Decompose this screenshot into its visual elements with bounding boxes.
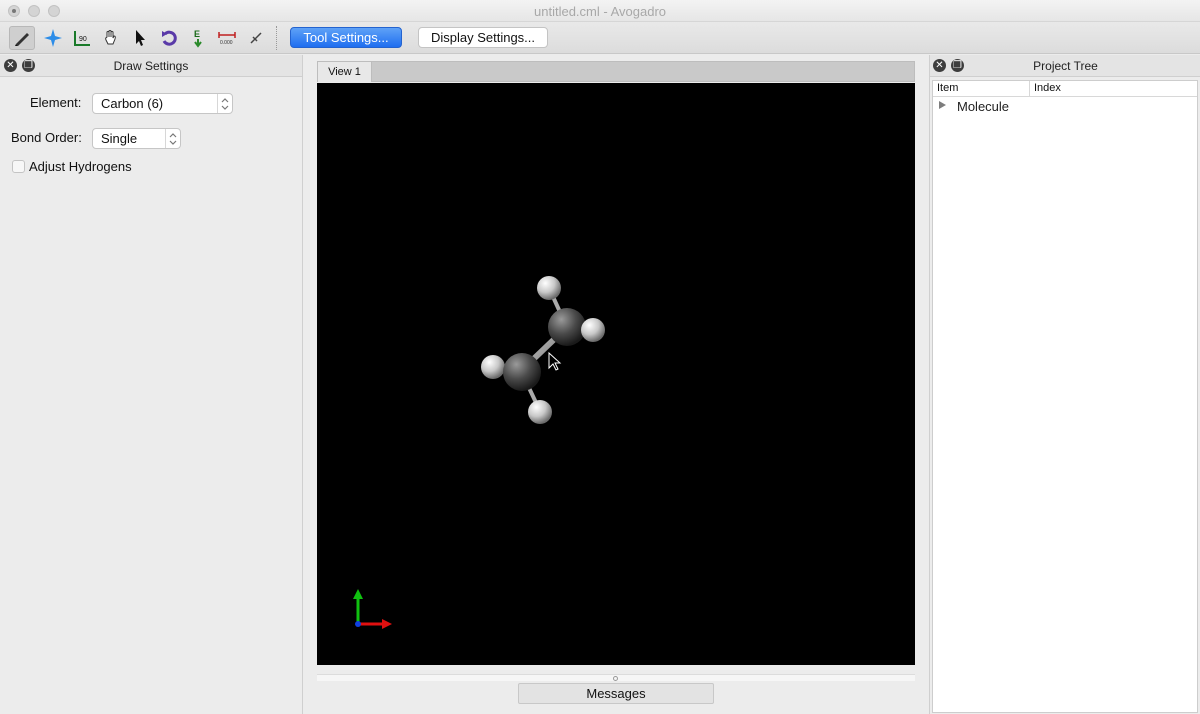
adjust-hydrogens-label: Adjust Hydrogens bbox=[29, 159, 132, 174]
view-area: View 1 Messages bbox=[304, 55, 928, 714]
column-divider bbox=[1029, 81, 1030, 97]
chevron-updown-icon bbox=[165, 129, 180, 148]
bond-order-select[interactable]: Single bbox=[92, 128, 181, 149]
view-tab-bar: View 1 bbox=[317, 61, 915, 82]
title-bar: untitled.cml - Avogadro bbox=[0, 0, 1200, 22]
toolbar-separator bbox=[276, 26, 277, 50]
svg-text:E: E bbox=[194, 29, 200, 39]
window-title: untitled.cml - Avogadro bbox=[534, 4, 666, 19]
select-tool-icon bbox=[136, 30, 145, 46]
bond-centric-tool-button[interactable]: 90 bbox=[69, 26, 95, 50]
x-axis-arrow-icon bbox=[382, 619, 392, 629]
project-tree-header: ✕ ❐ Project Tree bbox=[930, 55, 1200, 77]
project-tree-title: Project Tree bbox=[1033, 59, 1098, 73]
avogadro-window: untitled.cml - Avogadro 90 E 0.000 Tool … bbox=[0, 0, 1200, 714]
draw-settings-panel: ✕ ❐ Draw Settings Element: Carbon (6) Bo… bbox=[0, 55, 303, 714]
disclosure-triangle-icon[interactable] bbox=[939, 101, 946, 109]
svg-text:0.000: 0.000 bbox=[220, 40, 233, 46]
hydrogen-atom bbox=[581, 318, 605, 342]
splitter-grip-icon bbox=[613, 676, 618, 681]
manipulate-tool-icon bbox=[105, 30, 116, 45]
auto-rotate-tool-icon bbox=[162, 30, 177, 46]
navigate-tool-button[interactable] bbox=[40, 26, 66, 50]
splitter-handle[interactable] bbox=[317, 674, 915, 681]
align-tool-icon bbox=[250, 32, 262, 44]
y-axis-arrow-icon bbox=[353, 589, 363, 599]
tab-view-1[interactable]: View 1 bbox=[318, 62, 372, 82]
measure-tool-icon: 0.000 bbox=[218, 32, 236, 46]
align-tool-button[interactable] bbox=[243, 26, 269, 50]
bond-centric-tool-icon: 90 bbox=[74, 31, 90, 46]
auto-optimize-tool-icon: E bbox=[194, 29, 202, 48]
measure-tool-button[interactable]: 0.000 bbox=[214, 26, 240, 50]
draw-settings-title: Draw Settings bbox=[113, 59, 189, 73]
draw-tool-button[interactable] bbox=[9, 26, 35, 50]
hydrogen-atom bbox=[537, 276, 561, 300]
element-label: Element: bbox=[30, 95, 82, 110]
molecule-viewport[interactable] bbox=[317, 83, 915, 665]
hydrogen-atom bbox=[481, 355, 505, 379]
project-tree-panel: ✕ ❐ Project Tree Item Index Molecule bbox=[929, 55, 1200, 714]
element-select-value: Carbon (6) bbox=[101, 96, 164, 111]
draw-settings-header: ✕ ❐ Draw Settings bbox=[0, 55, 302, 77]
tool-settings-button[interactable]: Tool Settings... bbox=[290, 27, 402, 48]
tree-row-molecule[interactable]: Molecule bbox=[933, 98, 1197, 116]
manipulate-tool-button[interactable] bbox=[98, 26, 124, 50]
bond-order-label: Bond Order: bbox=[11, 130, 82, 145]
main-toolbar: 90 E 0.000 Tool Settings... Display Sett… bbox=[0, 22, 1200, 54]
column-header-index[interactable]: Index bbox=[1034, 82, 1061, 94]
hydrogen-atom bbox=[528, 400, 552, 424]
carbon-atom bbox=[548, 308, 586, 346]
element-select[interactable]: Carbon (6) bbox=[92, 93, 233, 114]
bond-order-select-value: Single bbox=[101, 131, 138, 146]
molecule-render bbox=[353, 276, 605, 629]
mouse-cursor-icon bbox=[548, 351, 562, 371]
auto-optimize-tool-button[interactable]: E bbox=[185, 26, 211, 50]
svg-text:90: 90 bbox=[79, 36, 87, 43]
project-tree-view[interactable]: Item Index Molecule bbox=[932, 80, 1198, 713]
draw-tool-icon bbox=[15, 33, 29, 46]
carbon-atom bbox=[503, 353, 541, 391]
tree-item-label: Molecule bbox=[957, 99, 1010, 114]
display-settings-button[interactable]: Display Settings... bbox=[418, 27, 548, 48]
chevron-updown-icon bbox=[217, 94, 232, 113]
tree-header-row: Item Index bbox=[933, 81, 1197, 97]
z-axis-marker bbox=[355, 621, 361, 627]
column-header-item[interactable]: Item bbox=[937, 82, 958, 94]
adjust-hydrogens-checkbox[interactable] bbox=[12, 160, 25, 173]
messages-tab[interactable]: Messages bbox=[518, 683, 714, 704]
auto-rotate-tool-button[interactable] bbox=[156, 26, 182, 50]
select-tool-button[interactable] bbox=[127, 26, 153, 50]
navigate-tool-icon bbox=[44, 29, 62, 47]
